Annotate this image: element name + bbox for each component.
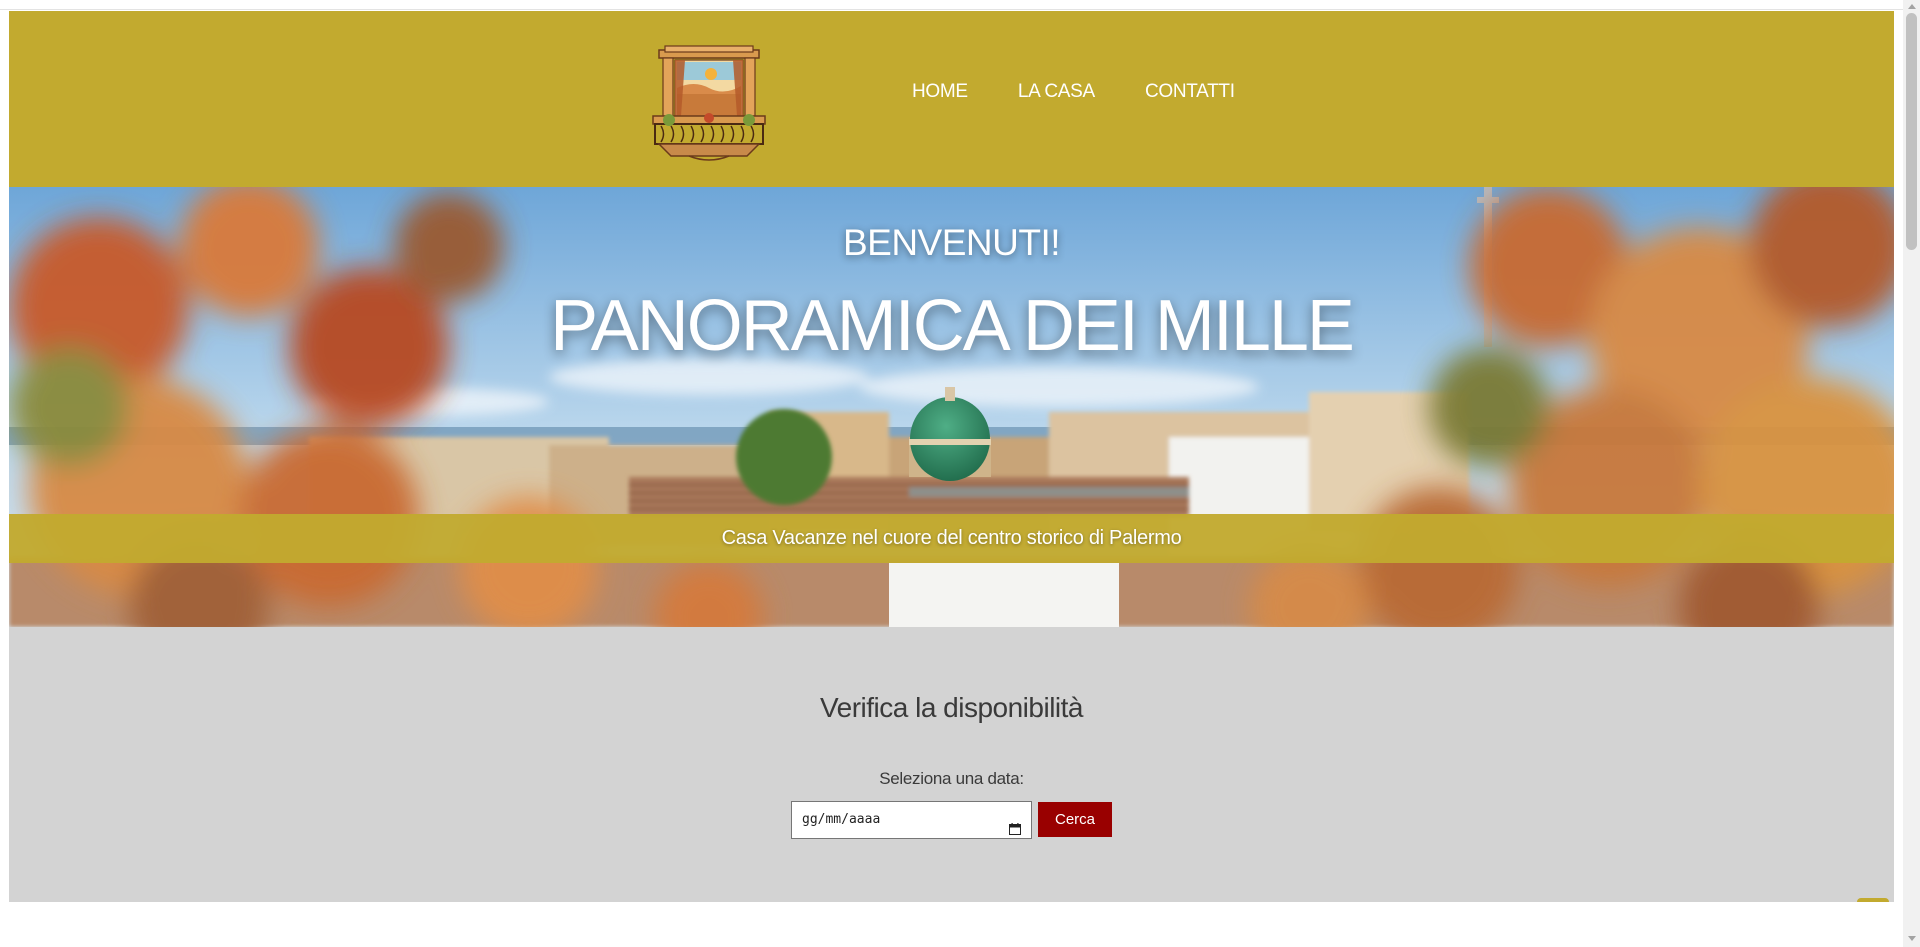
availability-title: Verifica la disponibilità xyxy=(820,692,1084,723)
scrollbar-thumb[interactable] xyxy=(1906,13,1917,250)
balcony-logo[interactable] xyxy=(649,44,769,164)
browser-scrollbar[interactable] xyxy=(1903,0,1920,947)
calendar-icon[interactable] xyxy=(1009,814,1021,835)
nav-la-casa[interactable]: LA CASA xyxy=(1018,81,1095,103)
nav-contatti[interactable]: CONTATTI xyxy=(1145,81,1235,103)
scroll-up-arrow-icon[interactable] xyxy=(1908,4,1916,9)
hero-banner: BENVENUTI! PANORAMICA DEI MILLE Casa Vac… xyxy=(9,187,1894,627)
welcome-heading: BENVENUTI! xyxy=(842,222,1061,263)
hero-title: PANORAMICA DEI MILLE xyxy=(550,286,1355,366)
main-nav: HOME LA CASA CONTATTI xyxy=(912,81,1235,103)
page: HOME LA CASA CONTATTI BENVENUTI! PANORAM… xyxy=(9,11,1894,902)
date-input[interactable]: gg/mm/aaaa xyxy=(791,801,1032,839)
scroll-down-arrow-icon[interactable] xyxy=(1908,936,1916,941)
search-button[interactable]: Cerca xyxy=(1038,802,1112,837)
site-header: HOME LA CASA CONTATTI xyxy=(9,11,1894,187)
scroll-to-top-button[interactable] xyxy=(1857,898,1889,902)
availability-section: Verifica la disponibilità Seleziona una … xyxy=(9,627,1894,902)
browser-top-edge xyxy=(0,0,1920,10)
date-placeholder: gg/mm/aaaa xyxy=(802,812,881,827)
date-label: Seleziona una data: xyxy=(879,769,1024,788)
nav-home[interactable]: HOME xyxy=(912,81,968,103)
hero-tagline: Casa Vacanze nel cuore del centro storic… xyxy=(721,527,1182,549)
